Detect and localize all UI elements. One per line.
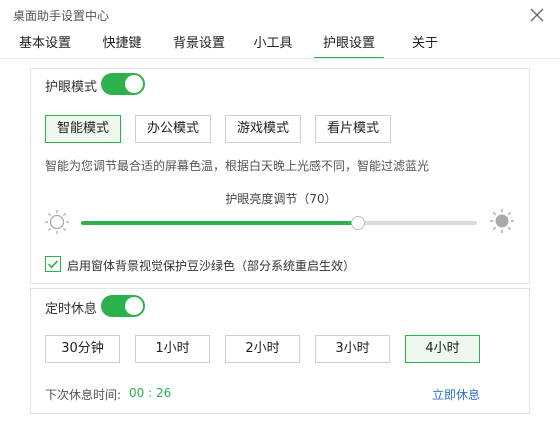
- eye-mode-panel: 护眼模式 智能模式 办公模式 游戏模式 看片模式 智能为您调节最合适的屏幕色温，…: [30, 68, 530, 284]
- movie-mode-button[interactable]: 看片模式: [315, 115, 391, 143]
- mode-description: 智能为您调节最合适的屏幕色温，根据白天晚上光感不同，智能过滤蓝光: [45, 159, 430, 173]
- tab-about[interactable]: 关于: [412, 35, 438, 59]
- rest-30min-button[interactable]: 30分钟: [45, 335, 120, 363]
- tab-shortcuts[interactable]: 快捷键: [102, 35, 142, 59]
- tabs-divider: [0, 58, 560, 59]
- rest-2hour-button[interactable]: 2小时: [225, 335, 300, 363]
- checkmark-icon: [47, 260, 59, 269]
- brightness-slider[interactable]: [81, 216, 477, 230]
- tab-bar: 基本设置 快捷键 背景设置 小工具 护眼设置 关于: [0, 30, 560, 60]
- next-rest-time: 00 : 26: [129, 386, 172, 400]
- rest-1hour-button[interactable]: 1小时: [135, 335, 210, 363]
- tab-eye-protection[interactable]: 护眼设置: [314, 35, 384, 59]
- rest-now-link[interactable]: 立即休息: [432, 386, 480, 403]
- game-mode-button[interactable]: 游戏模式: [225, 115, 301, 143]
- toggle-knob: [125, 75, 143, 93]
- tab-widgets[interactable]: 小工具: [253, 35, 293, 59]
- timed-rest-toggle[interactable]: [101, 295, 145, 317]
- brightness-low-icon: [45, 210, 69, 234]
- tab-basic-settings[interactable]: 基本设置: [18, 35, 72, 59]
- bean-green-checkbox[interactable]: [45, 256, 61, 272]
- next-rest-label: 下次休息时间:: [45, 388, 122, 402]
- close-button[interactable]: [524, 2, 550, 28]
- tab-background-settings[interactable]: 背景设置: [172, 35, 226, 59]
- brightness-label: 护眼亮度调节（70）: [225, 192, 337, 206]
- title-bar: 桌面助手设置中心: [0, 0, 560, 30]
- brightness-high-icon: [489, 208, 515, 234]
- window-title: 桌面助手设置中心: [13, 9, 110, 23]
- smart-mode-button[interactable]: 智能模式: [45, 115, 121, 143]
- brightness-slider-fill: [81, 221, 359, 225]
- bean-green-checkbox-label: 启用窗体背景视觉保护豆沙绿色（部分系统重启生效）: [67, 259, 356, 273]
- timed-rest-label: 定时休息: [45, 302, 98, 317]
- timed-rest-panel: 定时休息 30分钟 1小时 2小时 3小时 4小时 下次休息时间: 00 : 2…: [30, 288, 530, 414]
- close-icon: [530, 8, 544, 22]
- brightness-slider-handle[interactable]: [351, 216, 366, 230]
- office-mode-button[interactable]: 办公模式: [135, 115, 211, 143]
- eye-mode-toggle[interactable]: [101, 73, 145, 95]
- eye-mode-label: 护眼模式: [45, 80, 98, 95]
- toggle-knob: [125, 297, 143, 315]
- rest-4hour-button[interactable]: 4小时: [405, 335, 480, 363]
- rest-3hour-button[interactable]: 3小时: [315, 335, 390, 363]
